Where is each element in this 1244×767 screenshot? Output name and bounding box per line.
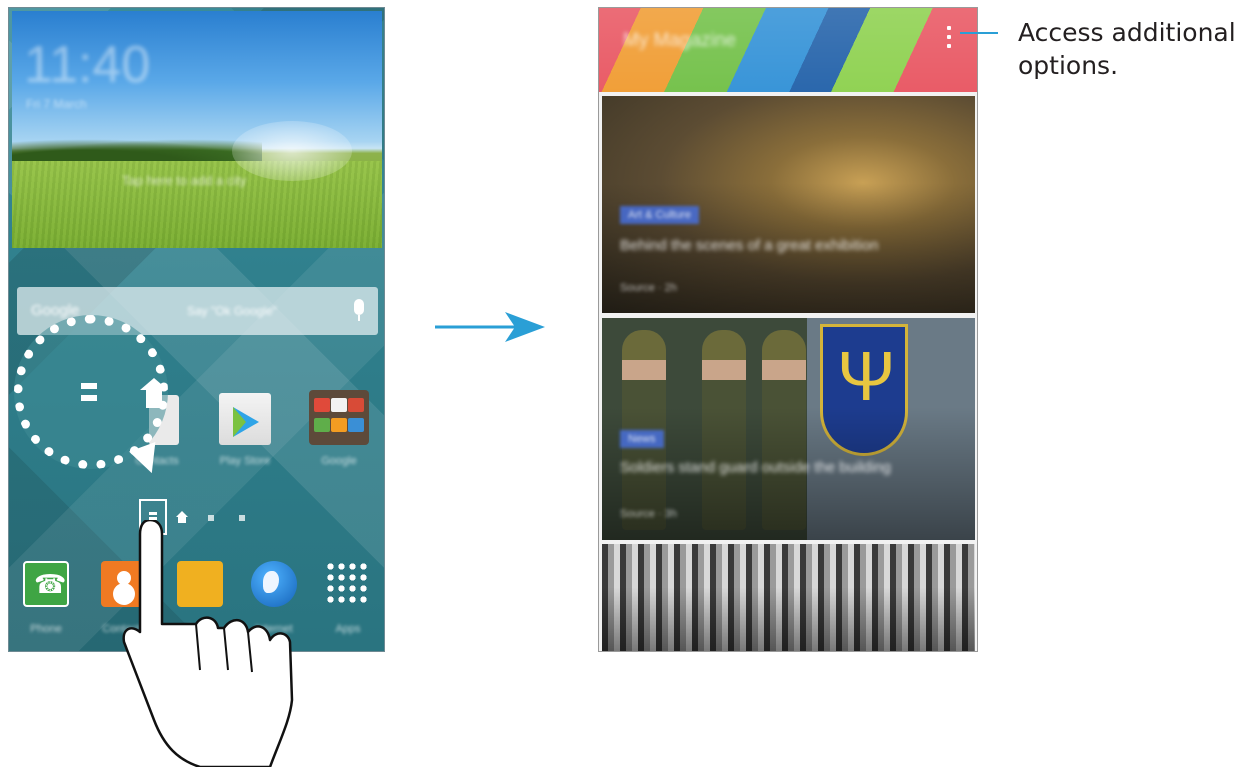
gmail-mini-icon (331, 398, 347, 412)
callout-leader-line (960, 32, 998, 34)
tapping-finger-icon (122, 520, 294, 767)
weather-time: 11:40 (24, 36, 151, 94)
magazine-header: My Magazine (599, 8, 977, 92)
callout-text: Access additional options. (1018, 18, 1236, 80)
dock-label-phone: Phone (30, 623, 62, 635)
google-folder-icon[interactable] (309, 390, 369, 445)
article-source: Source · 2h (620, 282, 677, 294)
phone-icon[interactable] (23, 561, 69, 607)
apps-grid-icon[interactable] (325, 561, 371, 607)
magazine-bars-icon (149, 512, 157, 520)
music-mini-icon (331, 418, 347, 432)
article-image-shade (602, 587, 975, 651)
zoomed-home-indicator-icon (140, 378, 168, 408)
article-card[interactable]: Art & Culture Behind the scenes of a gre… (602, 96, 975, 313)
chrome-mini-icon (314, 398, 330, 412)
dock-label-apps: Apps (335, 623, 361, 635)
weather-widget[interactable]: 11:40 Fri 7 March Tap here to add a city (12, 11, 382, 248)
magazine-title: My Magazine (623, 30, 736, 51)
article-headline: Soldiers stand guard outside the buildin… (620, 459, 892, 476)
maps-mini-icon (314, 418, 330, 432)
article-category-tag: News (620, 430, 664, 448)
sun-haze-decoration (232, 121, 352, 181)
article-source: Source · 3h (620, 508, 677, 520)
voice-search-hint: Say "Ok Google" (187, 304, 277, 318)
article-headline: Behind the scenes of a great exhibition (620, 237, 879, 254)
article-category-tag: Art & Culture (620, 206, 699, 224)
my-magazine-screen: My Magazine Art & Culture Behind the sce… (598, 7, 978, 652)
zoomed-magazine-indicator-icon (81, 383, 97, 401)
transition-arrow-icon (435, 312, 545, 342)
more-options-icon[interactable] (946, 26, 952, 52)
home-page-indicator-icon[interactable] (176, 511, 188, 523)
play-store-icon[interactable] (219, 393, 271, 445)
mic-icon[interactable] (354, 299, 364, 321)
article-card[interactable] (602, 544, 975, 651)
article-card[interactable]: News Soldiers stand guard outside the bu… (602, 318, 975, 540)
app-label-google: Google (321, 455, 357, 467)
movies-mini-icon (348, 418, 364, 432)
add-city-prompt[interactable]: Tap here to add a city (122, 173, 246, 188)
weather-date: Fri 7 March (26, 97, 87, 111)
google-plus-mini-icon (348, 398, 364, 412)
app-label-play-store: Play Store (219, 455, 271, 467)
